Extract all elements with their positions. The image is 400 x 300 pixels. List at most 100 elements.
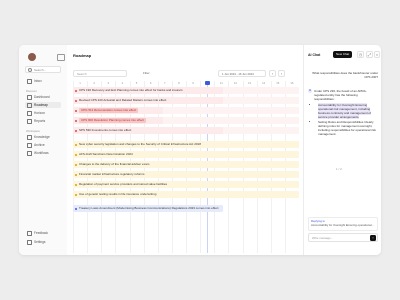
roadmap-item[interactable]: SPS 530 Investments comes into effect xyxy=(73,127,223,134)
roadmap-item-label: AFS draft Sanctions Determination 2024 xyxy=(79,152,133,156)
prev-range-button[interactable]: ‹ xyxy=(269,70,276,77)
ai-chat-panel: AI Chat New Chat ◷ ⤢ × What responsibili… xyxy=(303,45,381,255)
answer-point-text: Setting Roles and Responsibilities Clear… xyxy=(318,120,376,136)
avatar[interactable] xyxy=(28,53,36,61)
day-label: 1 xyxy=(79,81,81,85)
sidebar-item-label: Dashboard xyxy=(34,95,50,99)
status-dot-icon xyxy=(75,89,77,92)
sidebar-item-label: Knowledge xyxy=(34,135,50,139)
search-icon xyxy=(28,68,32,73)
status-dot-icon xyxy=(75,183,77,186)
sidebar-item-settings[interactable]: Settings xyxy=(25,239,61,245)
answer-intro: Under CPS 230, the board of an APRA-regu… xyxy=(314,89,367,101)
filter-button[interactable]: Filter xyxy=(143,70,150,77)
status-dot-icon xyxy=(75,173,77,176)
roadmap-item[interactable]: Changes to the delivery of the financial… xyxy=(73,161,299,168)
status-dot-icon xyxy=(75,163,77,166)
answer-point[interactable]: Accountability for Oversight Ensuring op… xyxy=(318,103,378,119)
sidebar-item-horizon[interactable]: Horizon xyxy=(25,110,61,116)
answer-pager[interactable]: 1 / 2 xyxy=(336,167,342,171)
reply-context: Replying to Accountability for Oversight… xyxy=(308,217,378,231)
roadmap-item-label: Revised CPS 220 Actuarial and Related Ma… xyxy=(79,98,167,102)
day-label: 5 xyxy=(135,81,138,85)
roadmap-item[interactable]: CPS 190 Recovery and Exit Planning comes… xyxy=(73,87,223,94)
roadmap-item-label: Financial market infrastructure regulato… xyxy=(79,172,145,176)
sidebar-item-label: Settings xyxy=(34,240,46,244)
roadmap-item[interactable]: CPS 900 Resolution Planning comes into e… xyxy=(73,117,163,124)
message-placeholder: Write message... xyxy=(312,236,333,240)
sidebar-search-placeholder: Search... xyxy=(34,68,47,72)
status-dot-icon xyxy=(75,109,77,112)
sidebar-item-archive[interactable]: Archive xyxy=(25,142,61,148)
roadmap-item[interactable]: Revised CPS 220 Actuarial and Related Ma… xyxy=(73,97,223,104)
workflows-icon xyxy=(27,150,32,156)
feedback-icon xyxy=(27,230,32,236)
sidebar-toggle-icon[interactable] xyxy=(57,54,65,61)
ai-avatar: AI xyxy=(308,89,312,93)
sidebar-item-inbox[interactable]: Inbox xyxy=(25,78,61,84)
roadmap-item-label: Use of genetic testing results in life i… xyxy=(79,192,157,196)
day-label: 16 xyxy=(290,81,294,85)
date-range-picker[interactable]: 1 Jun 2024 - 16 Jun 2024 xyxy=(218,70,266,77)
ai-answer: Under CPS 230, the board of an APRA-regu… xyxy=(314,89,378,137)
day-label: 12 xyxy=(233,81,237,85)
roadmap-grid: 12345678910111213141516CPS 190 Recovery … xyxy=(73,81,299,253)
send-button[interactable]: ↑ xyxy=(370,235,376,241)
close-icon[interactable]: × xyxy=(374,51,380,58)
roadmap-toolbar: Search Filter 1 Jun 2024 - 16 Jun 2024 ‹… xyxy=(73,70,299,78)
sidebar-item-reports[interactable]: Reports xyxy=(25,118,61,124)
new-chat-button[interactable]: New Chat xyxy=(333,51,353,58)
sidebar-item-feedback[interactable]: Feedback xyxy=(25,230,61,236)
user-question: What responsibilities does the bank/insu… xyxy=(312,71,378,79)
sidebar-item-workflows[interactable]: Workflows xyxy=(25,150,61,156)
roadmap-item-label: SPS 530 Investments comes into effect xyxy=(79,128,132,132)
sidebar-item-dashboard[interactable]: Dashboard xyxy=(25,94,61,100)
status-dot-icon xyxy=(75,207,77,210)
roadmap-search-input[interactable]: Search xyxy=(73,70,127,77)
status-dot-icon xyxy=(75,99,77,102)
message-input[interactable]: Write message... ↑ xyxy=(308,233,378,242)
roadmap-item-label: CPS 190 Recovery and Exit Planning comes… xyxy=(79,88,183,92)
roadmap-item[interactable]: Regulation of payment service providers … xyxy=(73,181,299,188)
day-label: 2 xyxy=(93,81,95,85)
sidebar-item-roadmap[interactable]: Roadmap xyxy=(25,102,61,108)
history-icon[interactable]: ◷ xyxy=(357,51,364,58)
roadmap-item[interactable]: Financial market infrastructure regulato… xyxy=(73,171,299,178)
roadmap-item-label: Regulation of payment service providers … xyxy=(79,182,168,186)
sidebar-section-discover: Discover xyxy=(26,89,37,93)
day-label: 15 xyxy=(276,81,280,85)
roadmap-item[interactable]: Treasury Laws Amendment (Modernising Bus… xyxy=(73,205,223,212)
day-label: 14 xyxy=(262,81,266,85)
inbox-icon xyxy=(27,78,32,84)
sidebar: Search... Inbox Discover Dashboard Roadm… xyxy=(19,45,68,255)
roadmap-panel: Roadmap Search Filter 1 Jun 2024 - 16 Ju… xyxy=(67,45,303,255)
status-dot-icon xyxy=(75,119,77,122)
roadmap-item[interactable]: CPG 511 Remuneration comes into effect xyxy=(73,107,163,114)
horizon-icon xyxy=(27,110,32,116)
roadmap-item[interactable]: New cyber security legislation and chang… xyxy=(73,141,299,148)
sidebar-item-label: Feedback xyxy=(34,231,48,235)
roadmap-item-label: Changes to the delivery of the financial… xyxy=(79,162,150,166)
expand-icon[interactable]: ⤢ xyxy=(366,51,373,58)
answer-point: Setting Roles and Responsibilities Clear… xyxy=(318,120,378,136)
day-label: 9 xyxy=(192,81,194,85)
roadmap-item[interactable]: AFS draft Sanctions Determination 2024 xyxy=(73,151,299,158)
day-label: 8 xyxy=(178,81,180,85)
app-window: Search... Inbox Discover Dashboard Roadm… xyxy=(19,45,381,255)
roadmap-item[interactable]: Use of genetic testing results in life i… xyxy=(73,191,299,198)
day-label: 6 xyxy=(149,81,152,85)
sidebar-item-knowledge[interactable]: Knowledge xyxy=(25,134,61,140)
status-dot-icon xyxy=(75,143,77,146)
next-range-button[interactable]: › xyxy=(278,70,285,77)
sidebar-item-label: Roadmap xyxy=(34,103,48,107)
archive-icon xyxy=(27,142,32,148)
status-dot-icon xyxy=(75,153,77,156)
sidebar-search-input[interactable]: Search... xyxy=(25,66,61,73)
answer-point-text: Accountability for Oversight Ensuring op… xyxy=(318,103,371,119)
sidebar-item-label: Workflows xyxy=(34,151,49,155)
settings-icon xyxy=(27,239,32,245)
dashboard-icon xyxy=(27,94,32,100)
answer-list: Accountability for Oversight Ensuring op… xyxy=(314,103,378,136)
status-dot-icon xyxy=(75,193,77,196)
day-label: 4 xyxy=(121,81,124,85)
